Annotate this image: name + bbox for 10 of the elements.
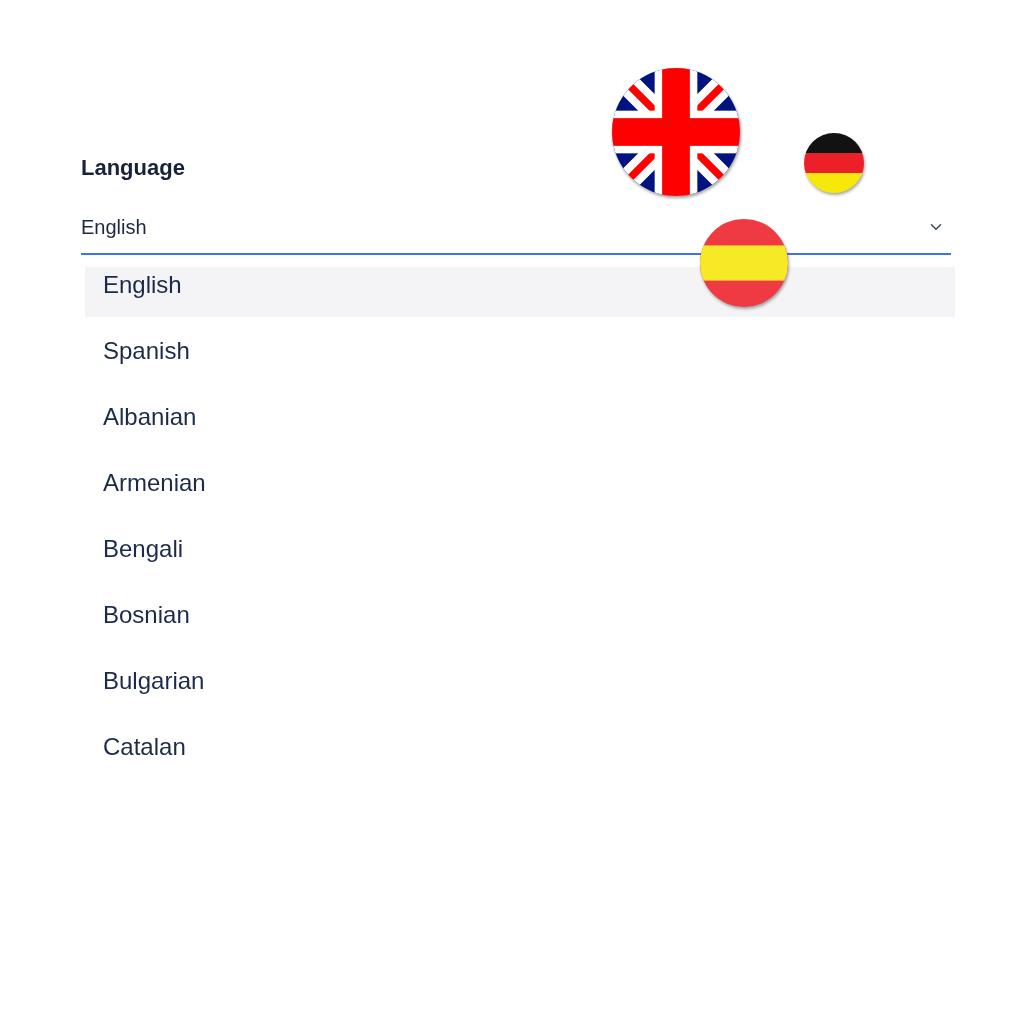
dropdown-option[interactable]: Bengali [85, 531, 955, 581]
dropdown-option[interactable]: Albanian [85, 399, 955, 449]
dropdown-option[interactable]: Bulgarian [85, 663, 955, 713]
dropdown-option[interactable]: Spanish [85, 333, 955, 383]
dropdown-option[interactable]: Armenian [85, 465, 955, 515]
dropdown-option[interactable]: Bosnian [85, 597, 955, 647]
field-label: Language [81, 155, 186, 181]
dropdown-option[interactable]: Catalan [85, 729, 955, 779]
dropdown-option[interactable]: English [85, 267, 955, 317]
german-flag-icon [804, 133, 864, 193]
